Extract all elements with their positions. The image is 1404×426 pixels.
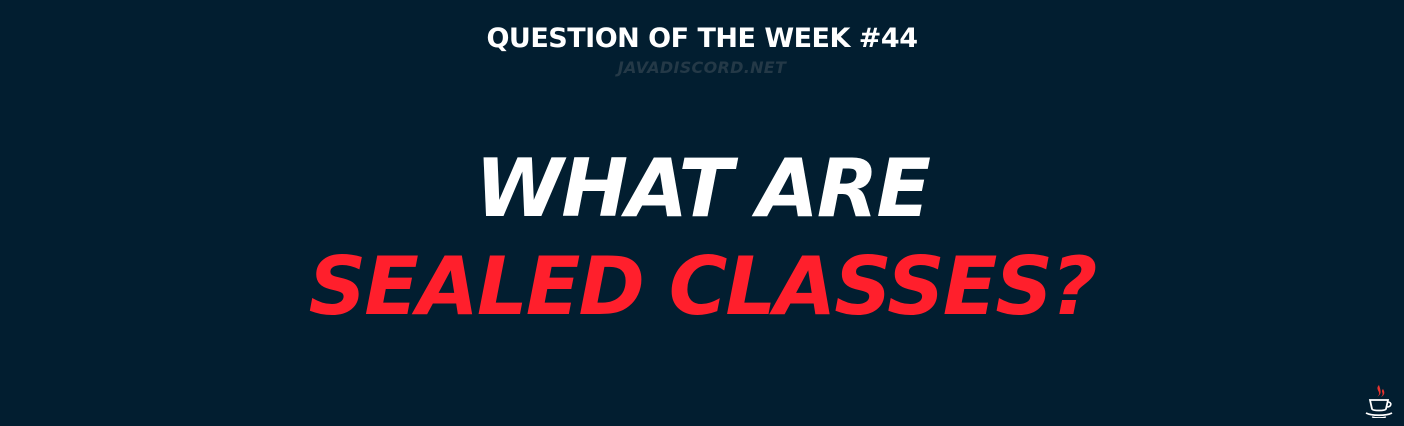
question-of-the-week-banner: QUESTION OF THE WEEK #44 JAVADISCORD.NET… (0, 0, 1404, 426)
java-coffee-cup-icon (1365, 385, 1393, 418)
site-url: JAVADISCORD.NET (617, 58, 787, 77)
headline-line-1: WHAT ARE (474, 142, 931, 235)
header-title: QUESTION OF THE WEEK #44 (486, 23, 918, 54)
headline-line-2: SEALED CLASSES? (308, 240, 1098, 333)
